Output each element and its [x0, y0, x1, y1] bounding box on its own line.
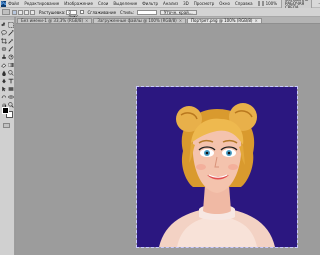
- tab-close-icon[interactable]: ×: [179, 19, 182, 23]
- dodge-icon[interactable]: [7, 69, 14, 76]
- menu-image[interactable]: Изображение: [64, 1, 93, 6]
- menu-edit[interactable]: Редактирование: [24, 1, 59, 6]
- tool-grid: [0, 20, 14, 108]
- clone-stamp-icon[interactable]: [0, 53, 7, 60]
- type-icon[interactable]: [7, 77, 14, 84]
- menu-file[interactable]: Файл: [8, 1, 19, 6]
- menu-layers[interactable]: Слои: [98, 1, 108, 6]
- eyedropper-icon[interactable]: [7, 37, 14, 44]
- document-tab[interactable]: Без имени-1 @ 33,3% (RGB/8) ×: [17, 18, 93, 23]
- refine-edge-button[interactable]: Уточн. край...: [160, 9, 197, 15]
- document-tab-label: Загруженные файлы @ 100% (RGB/8): [97, 18, 177, 23]
- crop-icon[interactable]: [0, 37, 7, 44]
- workspace: [16, 24, 320, 255]
- 3d-rotate-icon[interactable]: [0, 93, 7, 100]
- menu-select[interactable]: Выделение: [113, 1, 137, 6]
- shape-icon[interactable]: [7, 85, 14, 92]
- healing-brush-icon[interactable]: [0, 45, 7, 52]
- menu-filter[interactable]: Фильтр: [142, 1, 158, 6]
- bridge-icon[interactable]: [257, 1, 260, 6]
- pen-icon[interactable]: [0, 77, 7, 84]
- foreground-color-swatch[interactable]: [2, 107, 9, 114]
- blur-icon[interactable]: [0, 69, 7, 76]
- zoom-level[interactable]: 100%: [266, 1, 277, 6]
- magic-wand-icon[interactable]: [7, 29, 14, 36]
- menu-bar: Ps Файл Редактирование Изображение Слои …: [0, 0, 320, 11]
- toolbox: [0, 17, 15, 255]
- intersect-selection-icon[interactable]: [30, 9, 35, 15]
- style-select[interactable]: [137, 9, 158, 15]
- menu-help[interactable]: Справка: [235, 1, 253, 6]
- feather-label: Растушевка:: [39, 9, 66, 15]
- tab-close-icon[interactable]: ×: [254, 19, 257, 23]
- options-bar: Растушевка: 0 пикс. Сглаживание Стиль: У…: [0, 8, 320, 18]
- document-tabs: Без имени-1 @ 33,3% (RGB/8) × Загруженны…: [16, 17, 320, 24]
- portrait-image: [137, 87, 297, 247]
- menu-view[interactable]: Просмотр: [194, 1, 215, 6]
- document-tab-label: Без имени-1 @ 33,3% (RGB/8): [21, 18, 84, 23]
- 3d-orbit-icon[interactable]: [7, 93, 14, 100]
- eraser-icon[interactable]: [0, 61, 7, 68]
- antialias-label: Сглаживание: [87, 9, 117, 15]
- path-select-icon[interactable]: [0, 85, 7, 92]
- menu-window[interactable]: Окно: [219, 1, 230, 6]
- move-icon[interactable]: [0, 21, 7, 28]
- new-selection-icon[interactable]: [12, 9, 17, 15]
- tool-preset-picker[interactable]: [2, 9, 10, 15]
- menu-3d[interactable]: 3D: [183, 1, 189, 6]
- app-logo: Ps: [1, 0, 7, 7]
- menu-analysis[interactable]: Анализ: [163, 1, 178, 6]
- document-tab[interactable]: Загруженные файлы @ 100% (RGB/8) ×: [93, 18, 187, 23]
- tab-close-icon[interactable]: ×: [85, 19, 88, 23]
- subtract-selection-icon[interactable]: [24, 9, 29, 15]
- document-tab-label: Портрет.png @ 100% (RGB/8): [191, 18, 253, 23]
- lasso-icon[interactable]: [0, 29, 7, 36]
- marquee-icon[interactable]: [7, 21, 14, 28]
- brush-icon[interactable]: [7, 45, 14, 52]
- quick-mask-icon[interactable]: [3, 123, 10, 128]
- history-brush-icon[interactable]: [7, 53, 14, 60]
- feather-input[interactable]: 0 пикс.: [66, 9, 80, 18]
- style-label: Стиль:: [120, 9, 135, 15]
- image-canvas[interactable]: [136, 86, 298, 248]
- color-swatches: [2, 107, 14, 119]
- document-tab-active[interactable]: Портрет.png @ 100% (RGB/8) ×: [187, 18, 262, 23]
- mini-bridge-icon[interactable]: [261, 1, 264, 6]
- antialias-checkbox[interactable]: [80, 10, 85, 14]
- add-selection-icon[interactable]: [18, 9, 23, 15]
- gradient-icon[interactable]: [7, 61, 14, 68]
